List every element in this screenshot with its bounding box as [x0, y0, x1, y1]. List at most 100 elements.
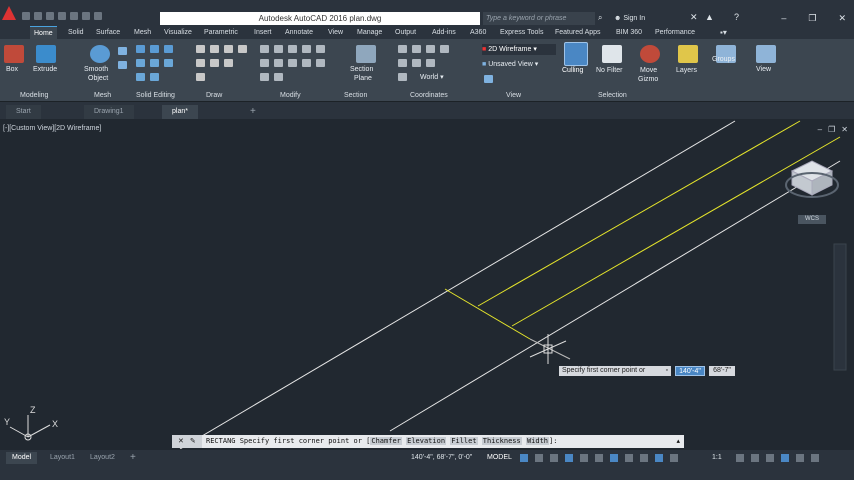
view-panel-icon[interactable]: [756, 45, 776, 63]
viewport-config-icon[interactable]: [484, 75, 493, 83]
options-down-icon[interactable]: ▫: [666, 366, 668, 376]
tab-mesh[interactable]: Mesh: [134, 26, 151, 39]
yellow-line-lower[interactable]: [511, 136, 841, 327]
tab-bim-360[interactable]: BIM 360: [616, 26, 642, 39]
tab-visualize[interactable]: Visualize: [164, 26, 192, 39]
doc-tab-drawing1[interactable]: Drawing1: [84, 105, 134, 119]
tab-home[interactable]: Home: [30, 26, 57, 40]
yellow-line-cross[interactable]: [444, 288, 531, 340]
line-icon[interactable]: [196, 45, 205, 53]
tab-performance[interactable]: Performance: [655, 26, 695, 39]
save-icon[interactable]: [46, 12, 54, 20]
ucs-icon[interactable]: [398, 45, 407, 53]
slice-icon[interactable]: [136, 59, 145, 67]
print-icon[interactable]: [70, 12, 78, 20]
tab-parametric[interactable]: Parametric: [204, 26, 238, 39]
object-snap-icon[interactable]: [610, 454, 618, 462]
transparency-icon[interactable]: [640, 454, 648, 462]
dynamic-input-y-field[interactable]: 68'-7": [709, 366, 735, 376]
union-icon[interactable]: [136, 45, 145, 53]
annotation-visibility-icon[interactable]: [655, 454, 663, 462]
mirror-icon[interactable]: [260, 59, 269, 67]
copy-icon[interactable]: [316, 45, 325, 53]
tab-view[interactable]: View: [328, 26, 343, 39]
tab-add-ins[interactable]: Add-ins: [432, 26, 456, 39]
intersect-icon[interactable]: [164, 45, 173, 53]
annotation-scale[interactable]: 1:1: [712, 452, 722, 464]
ucs-origin-icon[interactable]: [412, 45, 421, 53]
shell-icon[interactable]: [150, 73, 159, 81]
customization-icon[interactable]: [811, 454, 819, 462]
new-layout-plus-icon[interactable]: +: [130, 452, 136, 463]
hatch-icon[interactable]: [210, 59, 219, 67]
navigation-bar[interactable]: [833, 243, 847, 371]
tab-insert[interactable]: Insert: [254, 26, 272, 39]
ucs-y-icon[interactable]: [398, 59, 407, 67]
isodraft-icon[interactable]: [580, 454, 588, 462]
snap-icon[interactable]: [535, 454, 543, 462]
plus-icon[interactable]: [751, 454, 759, 462]
tab-a360[interactable]: A360: [470, 26, 486, 39]
extrude-icon[interactable]: [36, 45, 56, 63]
layout-tab-model[interactable]: Model: [6, 452, 38, 464]
ucs-view-icon[interactable]: [426, 59, 435, 67]
wcs-menu[interactable]: WCS: [798, 215, 826, 224]
cursor-coordinates[interactable]: 140'-4", 68'-7", 0'-0": [411, 452, 472, 464]
polyline-icon[interactable]: [210, 45, 219, 53]
command-line-close-icon[interactable]: ✕: [178, 438, 184, 445]
tab-manage[interactable]: Manage: [357, 26, 382, 39]
viewport-controls-label[interactable]: [-][Custom View][2D Wireframe]: [3, 125, 101, 132]
ucs-world-dropdown[interactable]: World ▾: [420, 73, 444, 81]
dynamic-input-x-field[interactable]: 140'-4": [675, 366, 705, 376]
drawing-viewport[interactable]: Z X Y [-][Custom View][2D Wireframe] – ❐…: [0, 119, 854, 449]
help-icon[interactable]: ?: [734, 12, 739, 22]
tab-surface[interactable]: Surface: [96, 26, 120, 39]
mesh-tool-icon[interactable]: [118, 47, 127, 55]
new-tab-plus-icon[interactable]: +: [250, 106, 256, 117]
culling-icon[interactable]: [564, 42, 588, 66]
imprint-icon[interactable]: [164, 59, 173, 67]
ucs-z-icon[interactable]: [412, 59, 421, 67]
stretch-icon[interactable]: [302, 59, 311, 67]
binoculars-icon[interactable]: ⌕: [598, 13, 602, 23]
mesh-tool-icon[interactable]: [118, 61, 127, 69]
viewport-close-icon[interactable]: ✕: [841, 125, 848, 134]
redo-icon[interactable]: [94, 12, 102, 20]
ucs-3point-icon[interactable]: [426, 45, 435, 53]
gear-icon[interactable]: [736, 454, 744, 462]
doc-tab-plan[interactable]: plan*: [162, 105, 198, 119]
scale-icon[interactable]: [316, 59, 325, 67]
tab-solid[interactable]: Solid: [68, 26, 84, 39]
new-icon[interactable]: [22, 12, 30, 20]
subtract-icon[interactable]: [150, 45, 159, 53]
viewport-restore-icon[interactable]: ❐: [828, 125, 835, 134]
offset-icon[interactable]: [274, 73, 283, 81]
move-icon[interactable]: [260, 45, 269, 53]
move-gizmo-icon[interactable]: [640, 45, 660, 63]
ucs-world-icon[interactable]: [398, 73, 407, 81]
no-filter-icon[interactable]: [602, 45, 622, 63]
fillet-edge-icon[interactable]: [136, 73, 145, 81]
rotate-icon[interactable]: [274, 45, 283, 53]
extract-edges-icon[interactable]: [150, 59, 159, 67]
tab-annotate[interactable]: Annotate: [285, 26, 313, 39]
command-line[interactable]: ✕ ✎ RECTANG Specify first corner point o…: [172, 435, 684, 448]
option-elevation[interactable]: Elevation: [406, 437, 447, 445]
open-icon[interactable]: [34, 12, 42, 20]
visual-style-dropdown[interactable]: ■ 2D Wireframe ▾: [482, 44, 556, 55]
box-icon[interactable]: [4, 45, 24, 63]
isolate-icon[interactable]: [766, 454, 774, 462]
ribbon-options-icon[interactable]: ▪▾: [720, 26, 727, 39]
ucs-x-icon[interactable]: [440, 45, 449, 53]
polar-icon[interactable]: [565, 454, 573, 462]
rectangle-icon[interactable]: [196, 59, 205, 67]
maximize-icon[interactable]: ❐: [808, 13, 816, 24]
arc-icon[interactable]: [238, 45, 247, 53]
drawing-canvas[interactable]: Z X Y: [0, 119, 854, 449]
array-icon[interactable]: [260, 73, 269, 81]
autocad-logo-icon[interactable]: [2, 6, 16, 20]
search-input[interactable]: Type a keyword or phrase: [483, 12, 595, 25]
model-space-toggle[interactable]: MODEL: [487, 452, 512, 464]
close-icon[interactable]: ✕: [838, 13, 846, 24]
option-fillet[interactable]: Fillet: [450, 437, 478, 445]
